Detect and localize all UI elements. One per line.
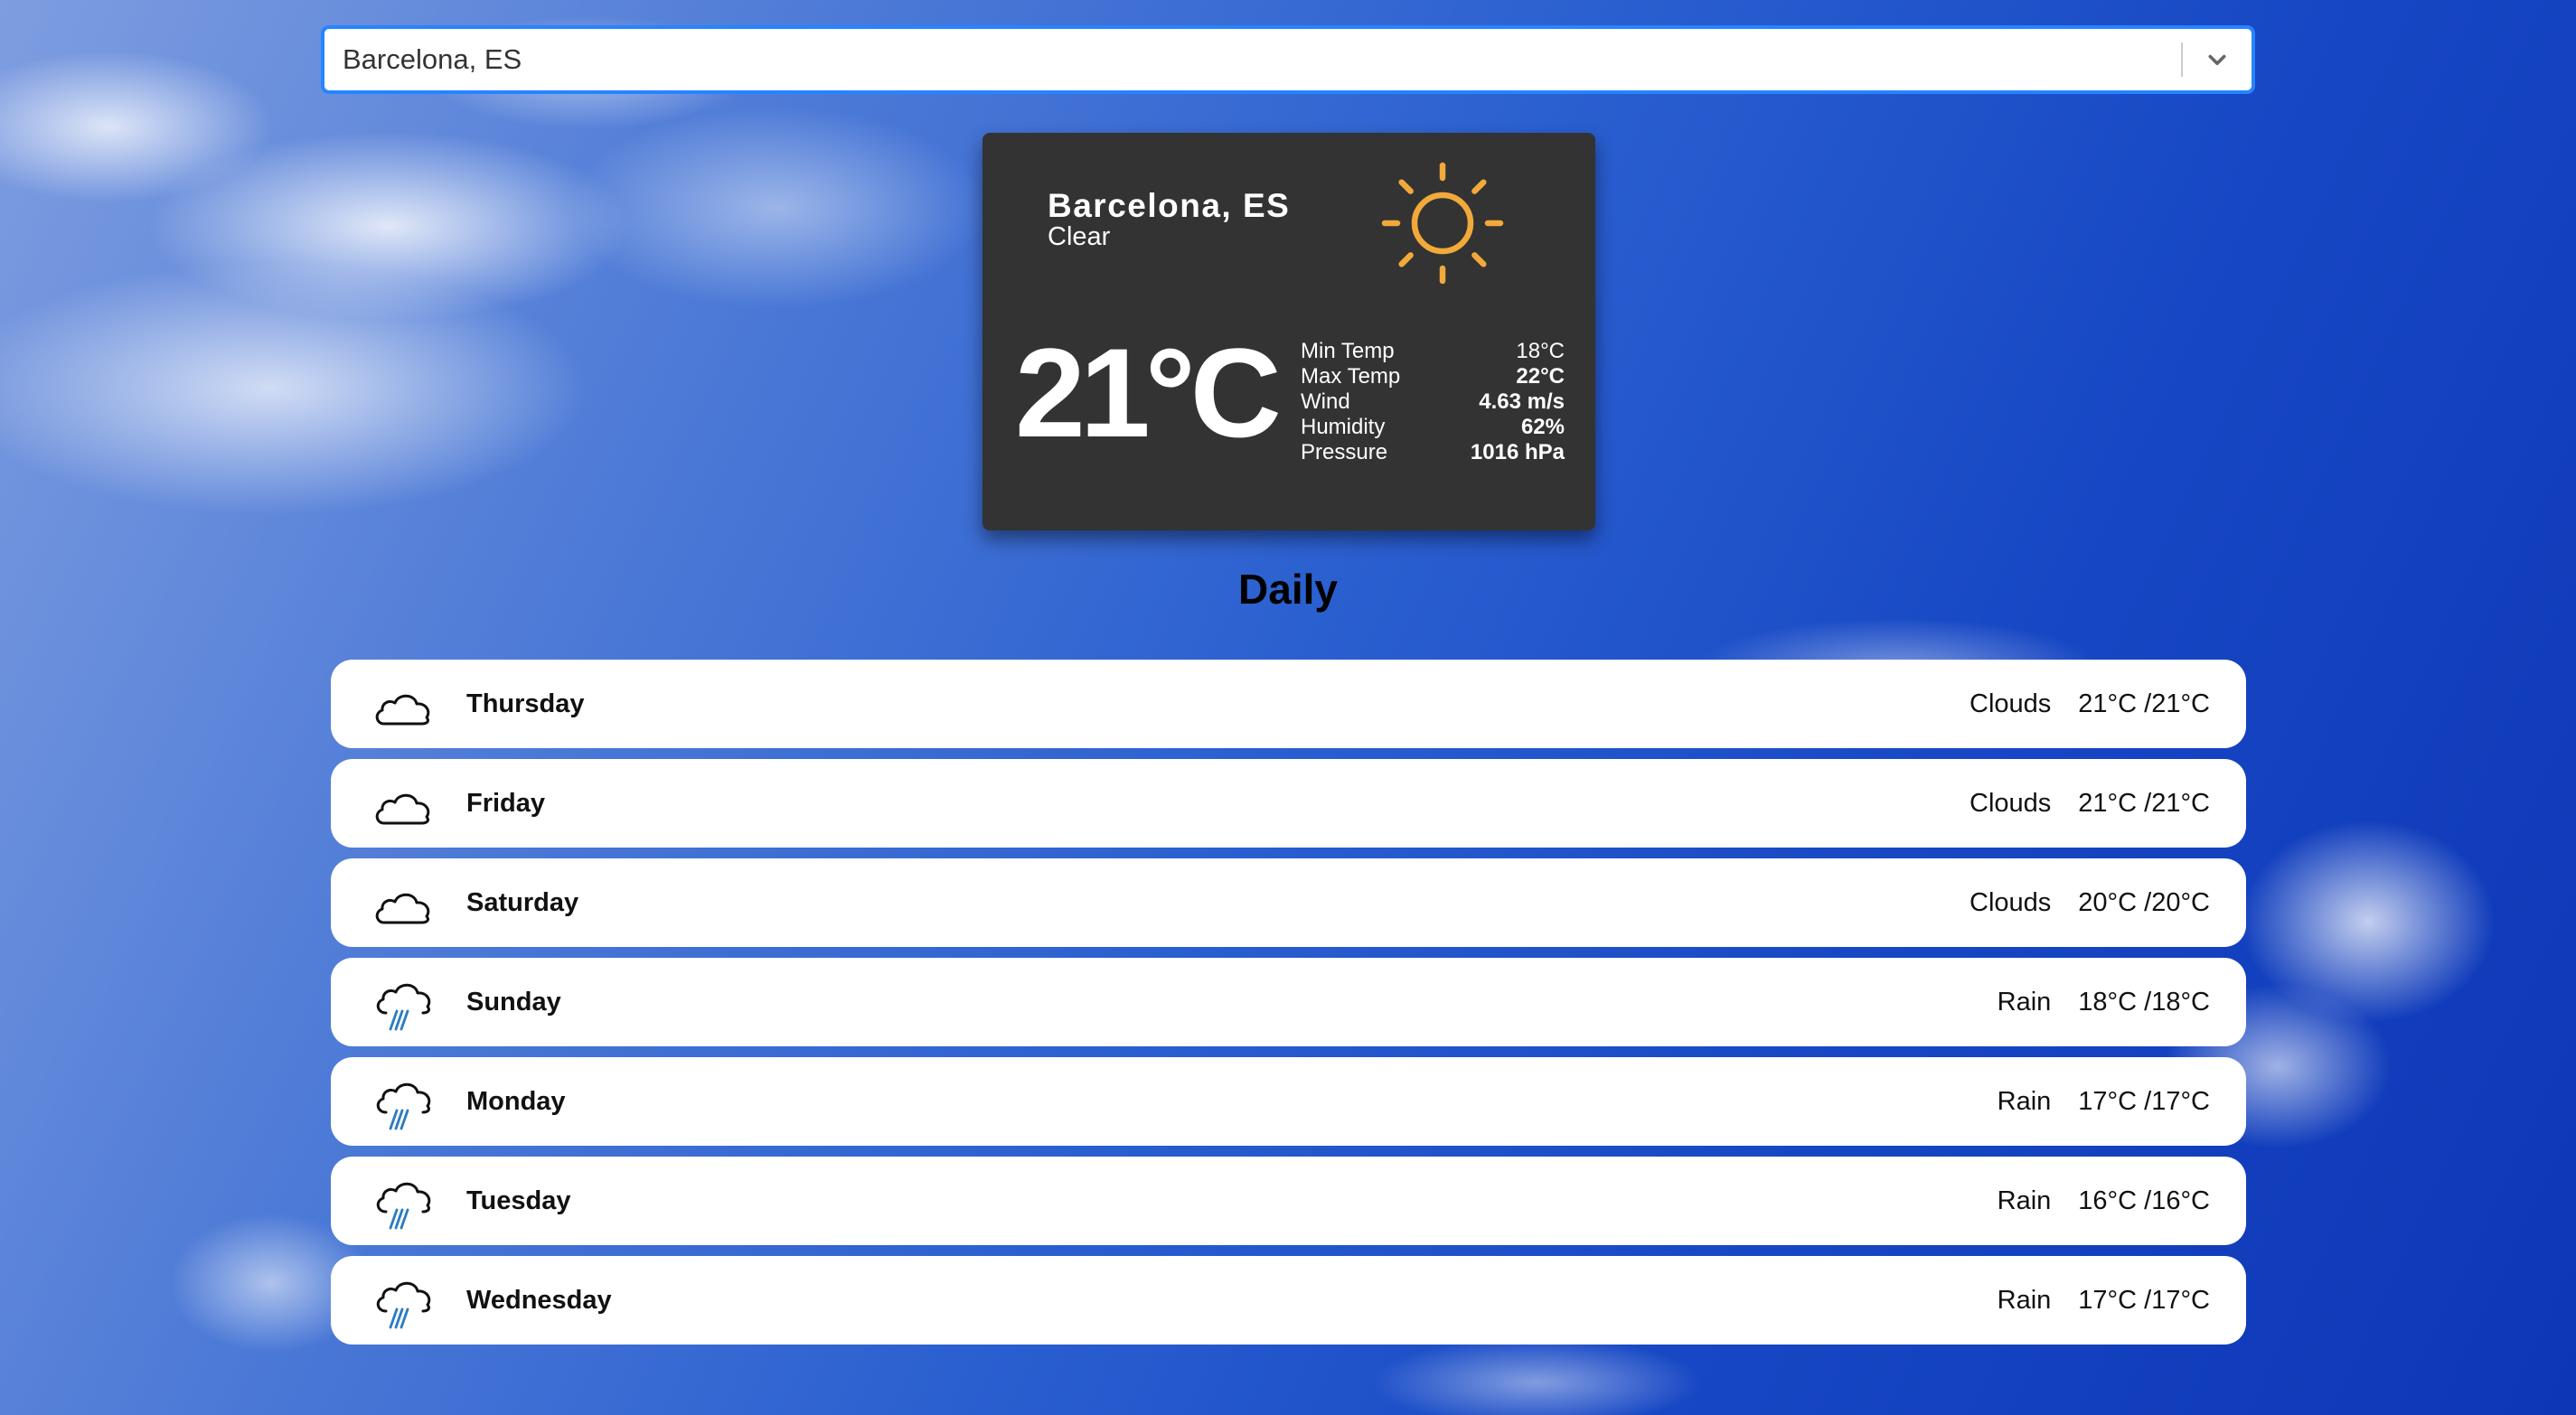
day-name: Sunday	[466, 987, 561, 1017]
day-temperature-range: 21°C /21°C	[2078, 788, 2210, 818]
detail-row-wind: Wind 4.63 m/s	[1301, 389, 1565, 415]
forecast-row-tuesday[interactable]: Tuesday Rain 16°C /16°C	[331, 1157, 2246, 1245]
day-temperature-range: 18°C /18°C	[2078, 987, 2210, 1017]
cloud-icon	[375, 893, 430, 924]
weather-description: Clear	[1048, 222, 1111, 251]
detail-value: 22°C	[1516, 364, 1565, 389]
day-condition: Clouds	[1970, 887, 2052, 917]
forecast-row-wednesday[interactable]: Wednesday Rain 17°C /17°C	[331, 1256, 2246, 1345]
weather-details: Min Temp 18°C Max Temp 22°C Wind 4.63 m/…	[1301, 339, 1565, 465]
rain-icon	[376, 983, 431, 1031]
forecast-row-thursday[interactable]: Thursday Clouds 21°C /21°C	[331, 660, 2246, 748]
day-condition: Rain	[1997, 987, 2052, 1017]
chevron-down-icon	[2208, 54, 2226, 66]
day-temperature-range: 16°C /16°C	[2078, 1185, 2210, 1215]
day-name: Wednesday	[466, 1285, 612, 1315]
detail-value: 4.63 m/s	[1479, 389, 1565, 414]
rain-icon	[376, 1281, 431, 1329]
day-condition: Rain	[1997, 1285, 2052, 1315]
detail-label: Humidity	[1301, 415, 1386, 439]
daily-forecast-list: Thursday Clouds 21°C /21°C Friday Clouds…	[331, 660, 2246, 1355]
day-temperature-range: 17°C /17°C	[2078, 1285, 2210, 1315]
day-condition: Rain	[1997, 1185, 2052, 1215]
day-temperature-range: 21°C /21°C	[2078, 689, 2210, 718]
day-name: Monday	[466, 1086, 566, 1116]
day-name: Friday	[466, 788, 546, 818]
dropdown-toggle[interactable]	[2183, 29, 2252, 90]
sun-icon	[1381, 162, 1504, 285]
rain-icon	[376, 1082, 431, 1130]
day-name: Saturday	[466, 887, 579, 917]
forecast-row-saturday[interactable]: Saturday Clouds 20°C /20°C	[331, 858, 2246, 947]
day-condition: Rain	[1997, 1086, 2052, 1116]
rain-icon	[376, 1182, 431, 1230]
day-condition: Clouds	[1970, 788, 2052, 818]
day-condition: Clouds	[1970, 689, 2052, 718]
detail-label: Pressure	[1301, 440, 1388, 464]
cloud-icon	[375, 694, 430, 726]
day-temperature-range: 17°C /17°C	[2078, 1086, 2210, 1116]
detail-value: 62%	[1520, 415, 1565, 439]
forecast-row-sunday[interactable]: Sunday Rain 18°C /18°C	[331, 958, 2246, 1046]
detail-value: 1016 hPa	[1470, 440, 1565, 464]
forecast-row-monday[interactable]: Monday Rain 17°C /17°C	[331, 1057, 2246, 1146]
daily-heading: Daily	[1238, 566, 1338, 613]
detail-row-min-temp: Min Temp 18°C	[1301, 339, 1565, 364]
detail-row-pressure: Pressure 1016 hPa	[1301, 440, 1565, 465]
city-name: Barcelona, ES	[1048, 187, 1291, 224]
day-temperature-range: 20°C /20°C	[2078, 887, 2210, 917]
city-search-select[interactable]: Barcelona, ES	[322, 26, 2254, 93]
current-weather-card: Barcelona, ES Clear 21°C Min Temp 18°C M…	[982, 133, 1595, 530]
detail-row-max-temp: Max Temp 22°C	[1301, 364, 1565, 389]
detail-label: Min Temp	[1301, 339, 1395, 363]
day-name: Tuesday	[466, 1185, 571, 1215]
detail-value: 18°C	[1516, 339, 1565, 363]
day-name: Thursday	[466, 689, 585, 718]
detail-label: Wind	[1301, 389, 1350, 414]
cloud-icon	[375, 793, 430, 825]
current-temperature: 21°C	[1015, 322, 1282, 464]
forecast-row-friday[interactable]: Friday Clouds 21°C /21°C	[331, 759, 2246, 848]
detail-row-humidity: Humidity 62%	[1301, 415, 1565, 440]
search-input[interactable]: Barcelona, ES	[324, 43, 2181, 76]
detail-label: Max Temp	[1301, 364, 1401, 389]
